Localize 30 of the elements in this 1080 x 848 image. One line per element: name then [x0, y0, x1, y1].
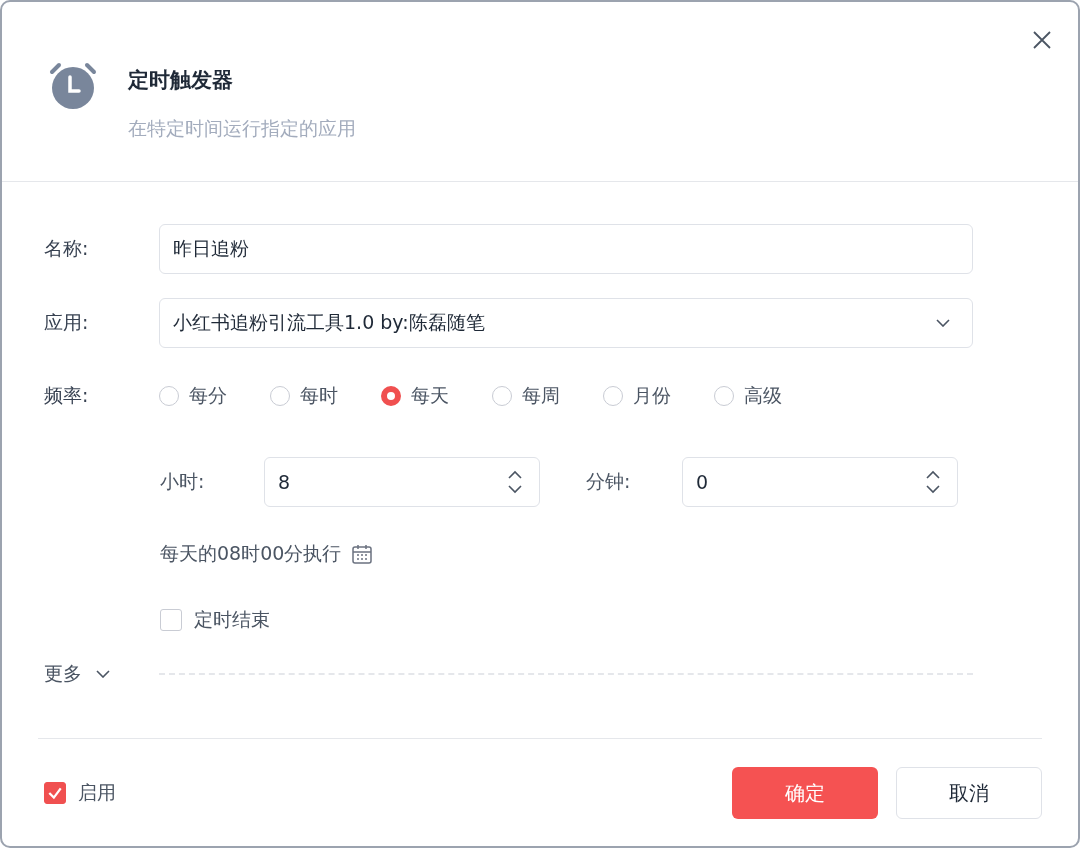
frequency-radio[interactable]: 每周: [492, 383, 573, 409]
frequency-radio[interactable]: 高级: [714, 383, 795, 409]
checkmark-icon: [47, 785, 63, 801]
more-toggle[interactable]: 更多: [44, 661, 159, 687]
field-label: 频率:: [44, 383, 90, 408]
frequency-radio[interactable]: 月份: [603, 383, 684, 409]
calendar-icon[interactable]: [351, 543, 374, 565]
frequency-radio[interactable]: 每时: [270, 383, 351, 409]
time-label: 小时:: [160, 469, 206, 494]
number-spinner[interactable]: 8: [264, 457, 540, 507]
number-spinner[interactable]: 0: [682, 457, 958, 507]
dialog-title: 定时触发器: [128, 67, 234, 94]
app-select[interactable]: 小红书追粉引流工具1.0 by:陈磊随笔: [159, 298, 973, 348]
enable-checkbox[interactable]: 启用: [44, 780, 116, 806]
field-label: 应用:: [44, 310, 90, 335]
frequency-radio[interactable]: 每天: [381, 383, 462, 409]
cancel-button[interactable]: 取消: [896, 767, 1042, 819]
name-input[interactable]: 昨日追粉: [159, 224, 973, 274]
schedule-summary: 每天的08时00分执行: [160, 541, 342, 566]
field-label: 名称:: [44, 236, 90, 261]
chevron-down-icon: [936, 319, 950, 327]
end-timer-checkbox[interactable]: 定时结束: [160, 607, 270, 633]
frequency-radio[interactable]: 每分: [159, 383, 240, 409]
alarm-clock-icon: [48, 62, 98, 110]
up-down-icon: [925, 469, 941, 495]
time-label: 分钟:: [586, 469, 632, 494]
chevron-down-icon: [96, 670, 110, 678]
close-icon[interactable]: [1032, 30, 1052, 50]
dialog-subtitle: 在特定时间运行指定的应用: [128, 116, 356, 141]
up-down-icon: [507, 469, 523, 495]
